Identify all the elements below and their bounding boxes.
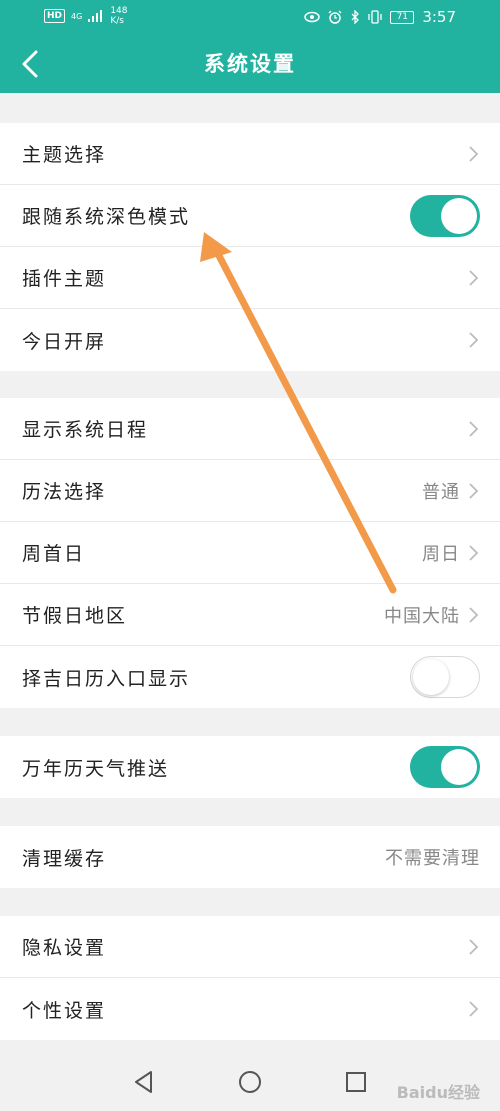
- setting-value: 不需要清理: [385, 848, 480, 869]
- status-bar: HD 4G 148 K/s 71 3:57: [0, 0, 500, 34]
- chevron-right-icon: [469, 1001, 479, 1017]
- setting-theme-select[interactable]: 主题选择: [0, 123, 500, 185]
- setting-personalization[interactable]: 个性设置: [0, 978, 500, 1040]
- toggle-knob: [413, 659, 449, 695]
- setting-label: 隐私设置: [22, 937, 107, 959]
- nav-home-icon[interactable]: [237, 1069, 263, 1095]
- auspicious-day-toggle[interactable]: [410, 656, 480, 698]
- toggle-knob: [441, 197, 477, 234]
- setting-label: 插件主题: [22, 268, 107, 290]
- watermark: Baidu经验: [396, 1083, 480, 1102]
- speed-value: 148: [110, 6, 128, 16]
- chevron-right-icon: [469, 332, 479, 348]
- setting-label: 历法选择: [22, 481, 107, 503]
- dark-mode-toggle[interactable]: [410, 194, 480, 237]
- nav-recents-icon[interactable]: [343, 1069, 369, 1095]
- toggle-knob: [441, 749, 477, 785]
- setting-week-start[interactable]: 周首日 周日: [0, 522, 500, 584]
- setting-label: 择吉日历入口显示: [22, 667, 191, 690]
- signal-icon: [88, 10, 103, 22]
- settings-group-display: 主题选择 跟随系统深色模式 插件主题 今日开屏: [0, 123, 500, 371]
- setting-follow-dark-mode[interactable]: 跟随系统深色模式: [0, 185, 500, 247]
- setting-today-splash[interactable]: 今日开屏: [0, 309, 500, 371]
- setting-clear-cache[interactable]: 清理缓存 不需要清理: [0, 826, 500, 888]
- chevron-right-icon: [469, 544, 479, 561]
- chevron-right-icon: [469, 482, 479, 499]
- bluetooth-icon: [351, 10, 360, 24]
- setting-calendar-type[interactable]: 历法选择 普通: [0, 460, 500, 522]
- page-title: 系统设置: [204, 52, 296, 76]
- chevron-right-icon: [469, 420, 479, 437]
- settings-group-weather: 万年历天气推送: [0, 736, 500, 798]
- clock: 3:57: [422, 8, 456, 26]
- settings-group-calendar: 显示系统日程 历法选择 普通 周首日 周日 节假日地区 中国大陆 择吉日历入口显…: [0, 398, 500, 708]
- setting-plugin-theme[interactable]: 插件主题: [0, 247, 500, 309]
- settings-group-privacy: 隐私设置 个性设置: [0, 916, 500, 1040]
- speed-unit: K/s: [110, 16, 124, 26]
- setting-weather-push[interactable]: 万年历天气推送: [0, 736, 500, 798]
- nav-back-icon[interactable]: [131, 1069, 157, 1095]
- setting-holiday-region[interactable]: 节假日地区 中国大陆: [0, 584, 500, 646]
- chevron-right-icon: [469, 145, 479, 162]
- battery-icon: 71: [390, 10, 415, 24]
- network-speed: 148 K/s: [110, 6, 127, 26]
- setting-label: 主题选择: [22, 144, 107, 166]
- setting-label: 个性设置: [22, 999, 107, 1022]
- chevron-right-icon: [469, 269, 479, 286]
- alarm-icon: [328, 10, 342, 24]
- navigation-bar: 系统设置: [0, 34, 500, 93]
- network-type: 4G: [71, 11, 83, 21]
- weather-push-toggle[interactable]: [410, 746, 480, 788]
- settings-group-cache: 清理缓存 不需要清理: [0, 826, 500, 888]
- setting-value: 普通: [422, 481, 460, 503]
- setting-value: 中国大陆: [384, 605, 460, 627]
- setting-label: 跟随系统深色模式: [22, 206, 191, 228]
- setting-auspicious-day-entry[interactable]: 择吉日历入口显示: [0, 646, 500, 708]
- setting-label: 节假日地区: [22, 605, 128, 627]
- setting-label: 周首日: [22, 543, 86, 565]
- setting-label: 显示系统日程: [22, 419, 149, 441]
- setting-value: 周日: [422, 543, 460, 565]
- vibrate-icon: [368, 10, 382, 24]
- hd-badge: HD: [44, 9, 66, 23]
- chevron-right-icon: [469, 938, 479, 955]
- setting-show-system-schedule[interactable]: 显示系统日程: [0, 398, 500, 460]
- setting-label: 今日开屏: [22, 330, 107, 353]
- app-header: HD 4G 148 K/s 71 3:57 系统设置: [0, 0, 500, 93]
- eye-icon: [304, 11, 321, 23]
- chevron-right-icon: [469, 606, 479, 623]
- setting-label: 万年历天气推送: [22, 757, 170, 780]
- setting-privacy[interactable]: 隐私设置: [0, 916, 500, 978]
- setting-label: 清理缓存: [22, 847, 107, 870]
